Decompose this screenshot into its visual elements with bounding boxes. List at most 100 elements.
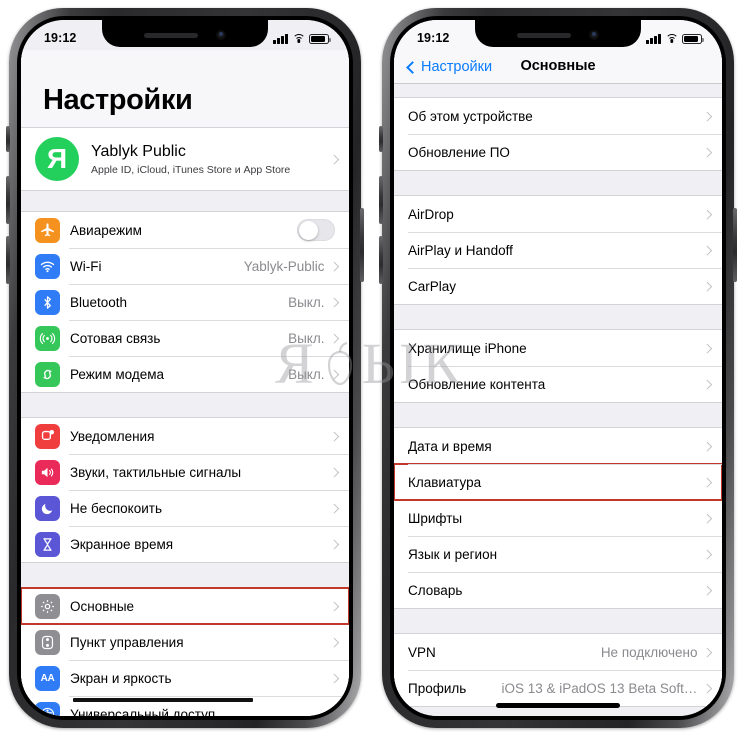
right-phone-screen: 19:12 Настройки Основные Об этом устройств… bbox=[394, 20, 722, 716]
row-label: Экранное время bbox=[70, 536, 174, 552]
group-spacer bbox=[394, 171, 722, 195]
row-label: Основные bbox=[70, 598, 135, 614]
row-label: Клавиатура bbox=[408, 474, 482, 490]
settings-row-звуки-тактильные-сигналы[interactable]: Звуки, тактильные сигналы bbox=[21, 454, 349, 490]
row-label: Язык и регион bbox=[408, 546, 498, 562]
hotspot-icon bbox=[35, 361, 60, 387]
chevron-right-icon bbox=[329, 539, 339, 549]
settings-row-экран-и-яркость[interactable]: AA Экран и яркость bbox=[21, 660, 349, 696]
volume-up-button[interactable] bbox=[6, 176, 10, 224]
group-spacer bbox=[394, 403, 722, 427]
settings-group: Дата и время Клавиатура Шрифты Язык и регио… bbox=[394, 427, 722, 609]
settings-row-шрифты[interactable]: Шрифты bbox=[394, 500, 722, 536]
settings-row-не-беспокоить[interactable]: Не беспокоить bbox=[21, 490, 349, 526]
home-indicator[interactable] bbox=[496, 703, 620, 708]
row-label: Сотовая связь bbox=[70, 330, 161, 346]
row-label: CarPlay bbox=[408, 278, 457, 294]
settings-scroll-view[interactable]: Настройки Я Yablyk Public Apple ID, iCloud,… bbox=[21, 20, 349, 716]
chevron-right-icon bbox=[329, 261, 339, 271]
back-button-label: Настройки bbox=[421, 59, 493, 75]
chevron-right-icon bbox=[329, 709, 339, 716]
mute-switch[interactable] bbox=[6, 126, 10, 152]
account-subtitle: Apple ID, iCloud, iTunes Store и App Sto… bbox=[91, 163, 291, 176]
settings-row-язык-и-регион[interactable]: Язык и регион bbox=[394, 536, 722, 572]
settings-row-профиль[interactable]: Профиль iOS 13 & iPadOS 13 Beta Software.… bbox=[394, 670, 722, 706]
row-label: Обновление ПО bbox=[408, 144, 510, 160]
settings-row-vpn[interactable]: VPN Не подключено bbox=[394, 634, 722, 670]
settings-row-сотовая-связь[interactable]: Сотовая связь Выкл. bbox=[21, 320, 349, 356]
settings-row-словарь[interactable]: Словарь bbox=[394, 572, 722, 608]
chevron-right-icon bbox=[329, 297, 339, 307]
settings-row-пункт-управления[interactable]: Пункт управления bbox=[21, 624, 349, 660]
group-spacer bbox=[394, 305, 722, 329]
page-title: Настройки bbox=[21, 50, 349, 127]
volume-down-button[interactable] bbox=[379, 236, 383, 284]
settings-group: Авиарежим Wi-Fi Yablyk-Public Bluetooth Выкл… bbox=[21, 211, 349, 393]
settings-row-обновление-контента[interactable]: Обновление контента bbox=[394, 366, 722, 402]
power-button[interactable] bbox=[360, 208, 364, 282]
chevron-right-icon bbox=[329, 467, 339, 477]
group-spacer bbox=[394, 84, 722, 97]
settings-row-режим-модема[interactable]: Режим модема Выкл. bbox=[21, 356, 349, 392]
left-phone-device: 19:12 Настройки Я Yablyk Public Apple ID, i… bbox=[6, 8, 364, 728]
row-label: Wi-Fi bbox=[70, 258, 102, 274]
row-label: Авиарежим bbox=[70, 222, 142, 238]
group-spacer bbox=[394, 609, 722, 633]
settings-row-wi-fi[interactable]: Wi-Fi Yablyk-Public bbox=[21, 248, 349, 284]
moon-icon bbox=[35, 495, 60, 521]
settings-row-bluetooth[interactable]: Bluetooth Выкл. bbox=[21, 284, 349, 320]
settings-row-об-этом-устройстве[interactable]: Об этом устройстве bbox=[394, 98, 722, 134]
settings-row-клавиатура[interactable]: Клавиатура bbox=[394, 463, 722, 501]
group-spacer bbox=[21, 393, 349, 417]
wifi-status-icon bbox=[665, 34, 678, 44]
chevron-right-icon bbox=[329, 333, 339, 343]
settings-group: Об этом устройстве Обновление ПО bbox=[394, 97, 722, 171]
chevron-right-icon bbox=[702, 477, 712, 487]
volume-down-button[interactable] bbox=[6, 236, 10, 284]
row-value: Выкл. bbox=[288, 330, 325, 346]
settings-row-обновление-по[interactable]: Обновление ПО bbox=[394, 134, 722, 170]
settings-row-carplay[interactable]: CarPlay bbox=[394, 268, 722, 304]
airplane-mode-toggle[interactable] bbox=[297, 219, 335, 241]
settings-row-авиарежим[interactable]: Авиарежим bbox=[21, 212, 349, 248]
settings-row-экранное-время[interactable]: Экранное время bbox=[21, 526, 349, 562]
power-button[interactable] bbox=[733, 208, 737, 282]
control-center-icon bbox=[35, 629, 60, 655]
volume-up-button[interactable] bbox=[379, 176, 383, 224]
left-phone-bezel: 19:12 Настройки Я Yablyk Public Apple ID, i… bbox=[17, 16, 353, 720]
cellular-signal-icon bbox=[273, 34, 288, 44]
status-bar-left: 19:12 bbox=[21, 20, 349, 50]
apple-id-row[interactable]: Я Yablyk Public Apple ID, iCloud, iTunes S… bbox=[21, 128, 349, 190]
row-label: Дата и время bbox=[408, 438, 492, 454]
status-bar-right: 19:12 bbox=[394, 20, 722, 50]
settings-row-хранилище-iphone[interactable]: Хранилище iPhone bbox=[394, 330, 722, 366]
cellular-icon bbox=[35, 325, 60, 351]
row-label: Bluetooth bbox=[70, 294, 128, 310]
avatar: Я bbox=[35, 137, 79, 181]
general-scroll-view[interactable]: Настройки Основные Об этом устройстве Обнов… bbox=[394, 20, 722, 716]
screenshot-stage: 19:12 Настройки Я Yablyk Public Apple ID, i… bbox=[0, 0, 740, 733]
row-value: Выкл. bbox=[288, 366, 325, 382]
chevron-right-icon bbox=[702, 343, 712, 353]
settings-group: AirDrop AirPlay и Handoff CarPlay bbox=[394, 195, 722, 305]
settings-row-airplay-и-handoff[interactable]: AirPlay и Handoff bbox=[394, 232, 722, 268]
avatar-letter: Я bbox=[46, 143, 68, 174]
settings-row-дата-и-время[interactable]: Дата и время bbox=[394, 428, 722, 464]
settings-group: VPN Не подключено Профиль iOS 13 & iPadOS 1… bbox=[394, 633, 722, 707]
apple-id-group: Я Yablyk Public Apple ID, iCloud, iTunes S… bbox=[21, 127, 349, 191]
chevron-right-icon bbox=[702, 585, 712, 595]
right-phone-device: 19:12 Настройки Основные Об этом устройств… bbox=[379, 8, 737, 728]
settings-row-airdrop[interactable]: AirDrop bbox=[394, 196, 722, 232]
wifi-icon bbox=[35, 253, 60, 279]
settings-row-основные[interactable]: Основные bbox=[21, 587, 349, 625]
mute-switch[interactable] bbox=[379, 126, 383, 152]
sounds-icon bbox=[35, 459, 60, 485]
settings-row-уведомления[interactable]: Уведомления bbox=[21, 418, 349, 454]
group-spacer bbox=[21, 191, 349, 211]
chevron-right-icon bbox=[702, 281, 712, 291]
wifi-status-icon bbox=[292, 34, 305, 44]
back-button[interactable]: Настройки bbox=[406, 59, 493, 75]
chevron-right-icon bbox=[702, 147, 712, 157]
row-label: Не беспокоить bbox=[70, 500, 162, 516]
chevron-right-icon bbox=[329, 503, 339, 513]
